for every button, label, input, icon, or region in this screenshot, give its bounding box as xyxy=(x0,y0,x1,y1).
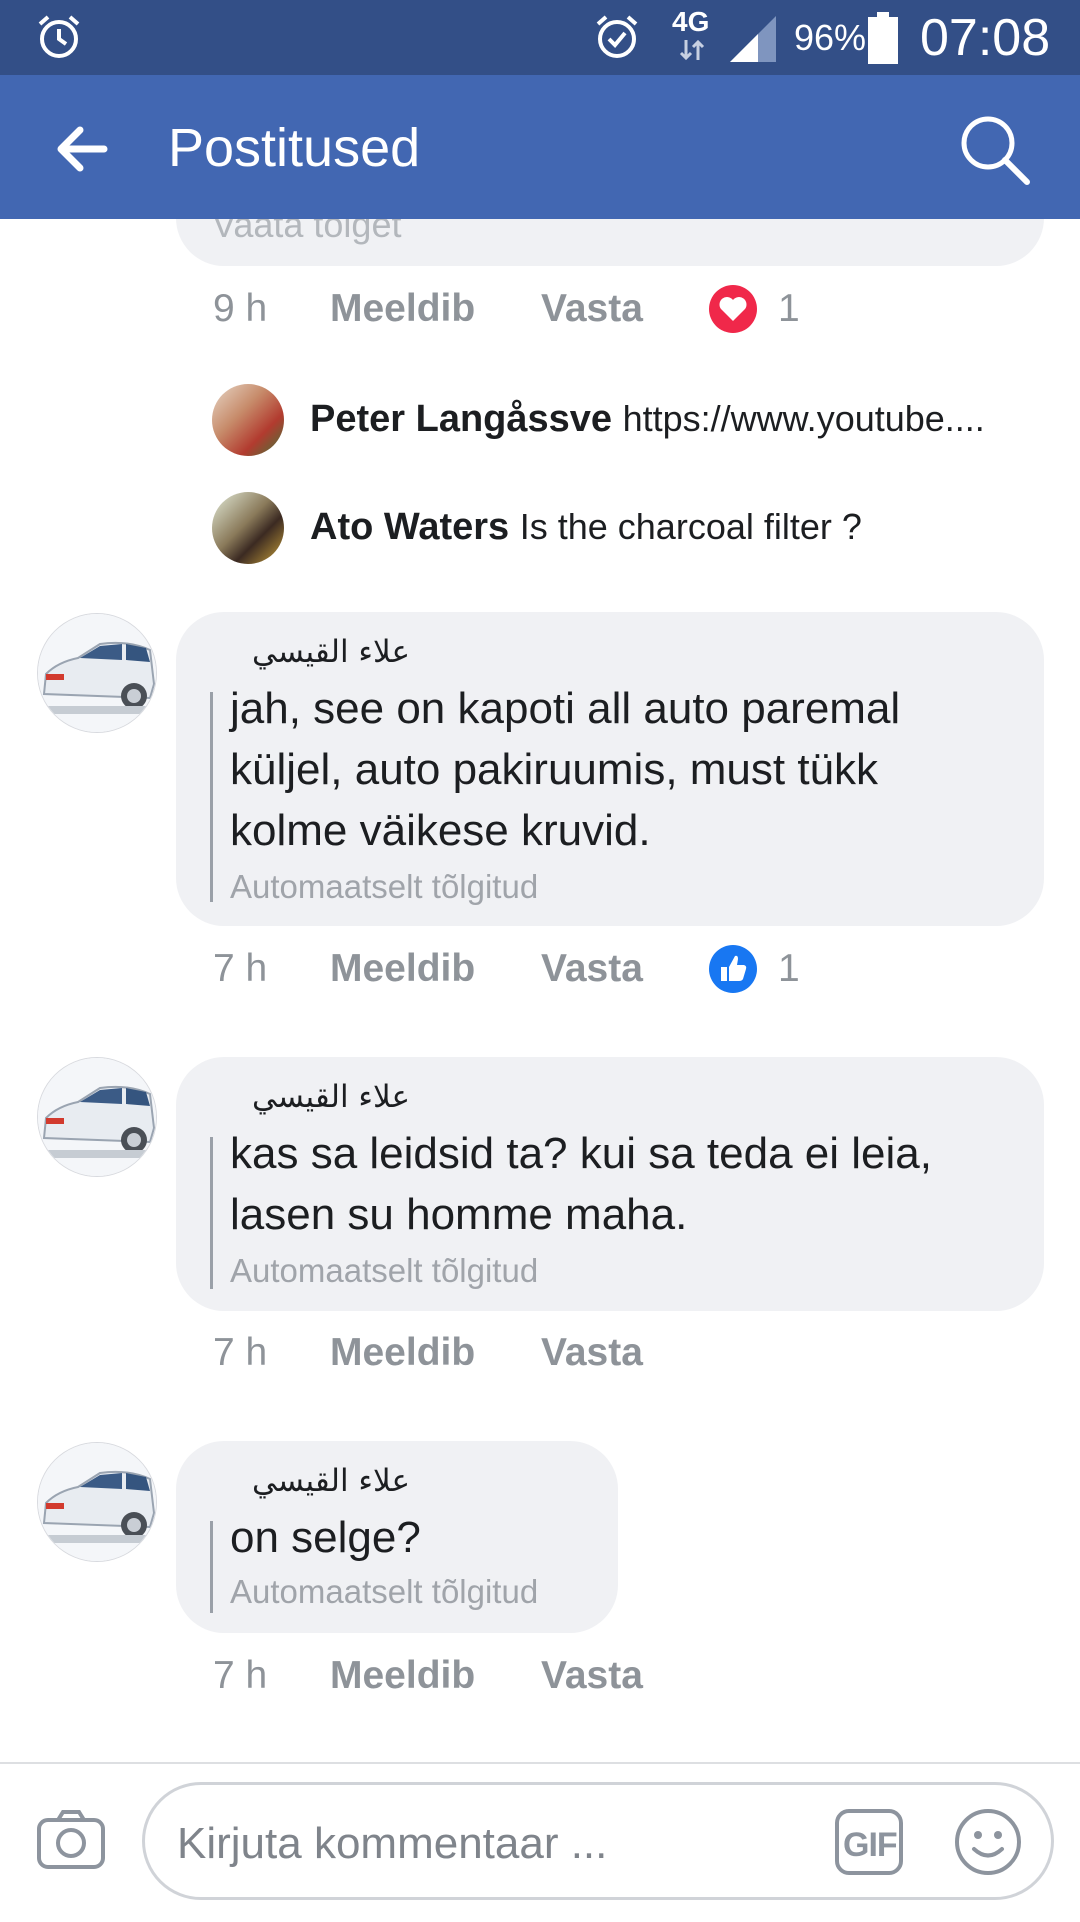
comment-input[interactable]: Kirjuta kommentaar ... GIF xyxy=(142,1782,1054,1900)
comment-time: 7 h xyxy=(213,1331,268,1374)
comment-composer: Kirjuta kommentaar ... GIF xyxy=(0,1762,1080,1922)
comment-time: 7 h xyxy=(213,947,268,990)
auto-translated-label[interactable]: Automaatselt tõlgitud xyxy=(230,1252,538,1290)
like-button[interactable]: Meeldib xyxy=(330,1331,475,1375)
reply-button[interactable]: Vasta xyxy=(541,287,643,331)
like-button[interactable]: Meeldib xyxy=(330,287,475,331)
clock: 07:08 xyxy=(920,9,1051,67)
reply-button[interactable]: Vasta xyxy=(541,1654,643,1698)
camera-icon[interactable] xyxy=(36,1808,106,1870)
alarm-icon xyxy=(596,15,638,58)
gif-label: GIF xyxy=(843,1826,898,1864)
signal-icon xyxy=(730,16,776,62)
comment-author[interactable]: علاء القيسي xyxy=(210,1079,410,1115)
avatar[interactable] xyxy=(38,614,156,732)
app-bar-overlay: Postitused xyxy=(0,75,1080,219)
data-arrows-icon xyxy=(679,39,705,61)
comment-bubble[interactable]: علاء القيسي on selge? Automaatselt tõlgi… xyxy=(176,1441,618,1633)
reply-author[interactable]: Ato Waters xyxy=(310,506,509,548)
car-avatar-image xyxy=(38,614,156,732)
comment-text: jah, see on kapoti all auto paremal külj… xyxy=(230,684,901,855)
car-avatar-image xyxy=(38,1443,156,1561)
comment-time: 7 h xyxy=(213,1654,268,1697)
back-arrow-icon[interactable] xyxy=(52,119,112,179)
page-title: Postitused xyxy=(168,118,421,178)
reply-button[interactable]: Vasta xyxy=(541,947,643,991)
avatar[interactable] xyxy=(38,1058,156,1176)
alarm-icon xyxy=(38,15,80,58)
battery-icon xyxy=(868,12,898,64)
avatar[interactable] xyxy=(212,384,284,456)
auto-translated-label[interactable]: Automaatselt tõlgitud xyxy=(230,1573,538,1611)
reply-row[interactable]: Peter Langåssve https://www.youtube.... xyxy=(310,398,1040,441)
comment-bubble[interactable]: علاء القيسي jah, see on kapoti all auto … xyxy=(176,612,1044,926)
comment-author[interactable]: علاء القيسي xyxy=(210,634,410,670)
reply-text: https://www.youtube.... xyxy=(622,398,985,439)
comment-placeholder: Kirjuta kommentaar ... xyxy=(177,1819,608,1868)
car-avatar-image xyxy=(38,1058,156,1176)
emoji-icon[interactable] xyxy=(953,1807,1023,1877)
thumbs-up-icon[interactable] xyxy=(708,944,758,994)
avatar[interactable] xyxy=(38,1443,156,1561)
avatar[interactable] xyxy=(212,492,284,564)
reply-button[interactable]: Vasta xyxy=(541,1331,643,1375)
translation-rule xyxy=(210,1521,213,1613)
reply-text: Is the charcoal filter ? xyxy=(519,506,862,547)
translation-rule xyxy=(210,1137,213,1289)
comment-time: 9 h xyxy=(213,287,268,330)
reply-author[interactable]: Peter Langåssve xyxy=(310,398,612,440)
reply-row[interactable]: Ato Waters Is the charcoal filter ? xyxy=(310,506,1040,549)
network-type: 4G xyxy=(672,6,710,37)
heart-icon[interactable] xyxy=(708,284,758,334)
like-button[interactable]: Meeldib xyxy=(330,947,475,991)
translation-rule xyxy=(210,692,213,902)
status-bar: 4G 96% 07:08 xyxy=(0,0,1080,75)
search-icon[interactable] xyxy=(956,111,1032,187)
like-button[interactable]: Meeldib xyxy=(330,1654,475,1698)
reaction-count: 1 xyxy=(778,287,800,330)
comment-text: on selge? xyxy=(230,1513,421,1562)
comment-author[interactable]: علاء القيسي xyxy=(210,1463,410,1499)
auto-translated-label[interactable]: Automaatselt tõlgitud xyxy=(230,868,538,906)
reaction-count: 1 xyxy=(778,947,800,990)
gif-icon[interactable]: GIF xyxy=(835,1809,903,1875)
comment-bubble[interactable]: علاء القيسي kas sa leidsid ta? kui sa te… xyxy=(176,1057,1044,1311)
battery-percent: 96% xyxy=(794,17,867,58)
comment-text: kas sa leidsid ta? kui sa teda ei leia, … xyxy=(230,1129,932,1239)
